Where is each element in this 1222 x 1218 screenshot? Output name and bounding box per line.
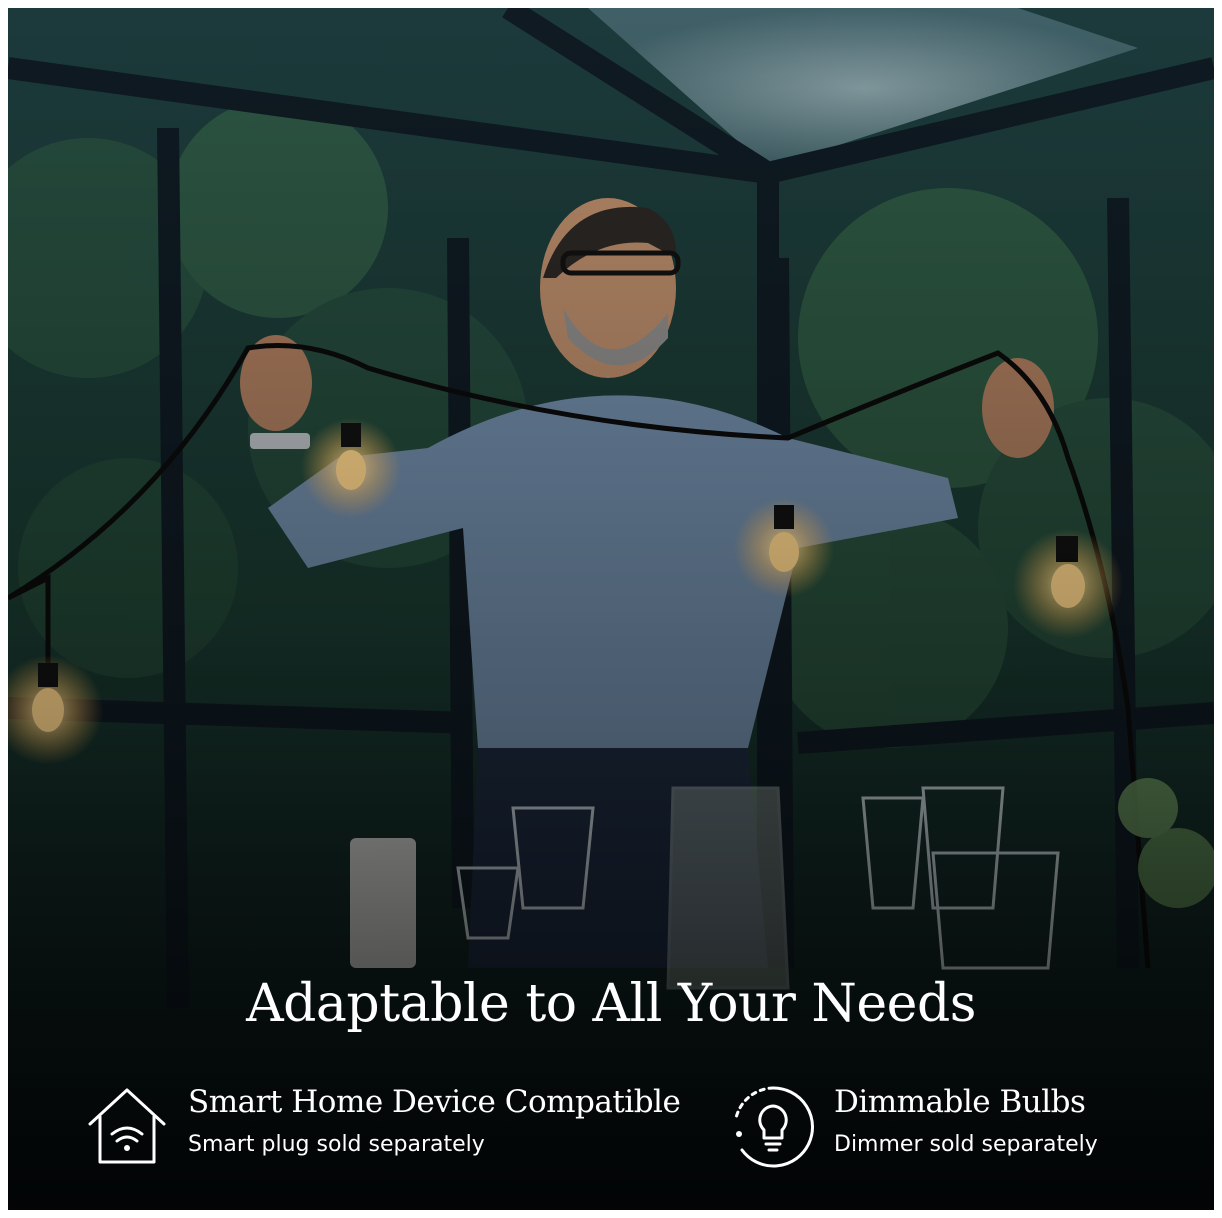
dimmable-bulb-icon (734, 1086, 814, 1168)
product-image: Adaptable to All Your Needs Smart Home D… (8, 8, 1214, 1210)
feature-dimmable: Dimmable Bulbs Dimmer sold separately (730, 1084, 1098, 1170)
feature-subtitle: Smart plug sold separately (188, 1132, 485, 1157)
feature-title: Smart Home Device Compatible (188, 1084, 681, 1120)
feature-title: Dimmable Bulbs (834, 1084, 1086, 1120)
feature-smart-home: Smart Home Device Compatible Smart plug … (84, 1084, 681, 1170)
headline: Adaptable to All Your Needs (246, 974, 976, 1034)
smart-home-wifi-icon (88, 1088, 166, 1164)
feature-subtitle: Dimmer sold separately (834, 1132, 1098, 1157)
